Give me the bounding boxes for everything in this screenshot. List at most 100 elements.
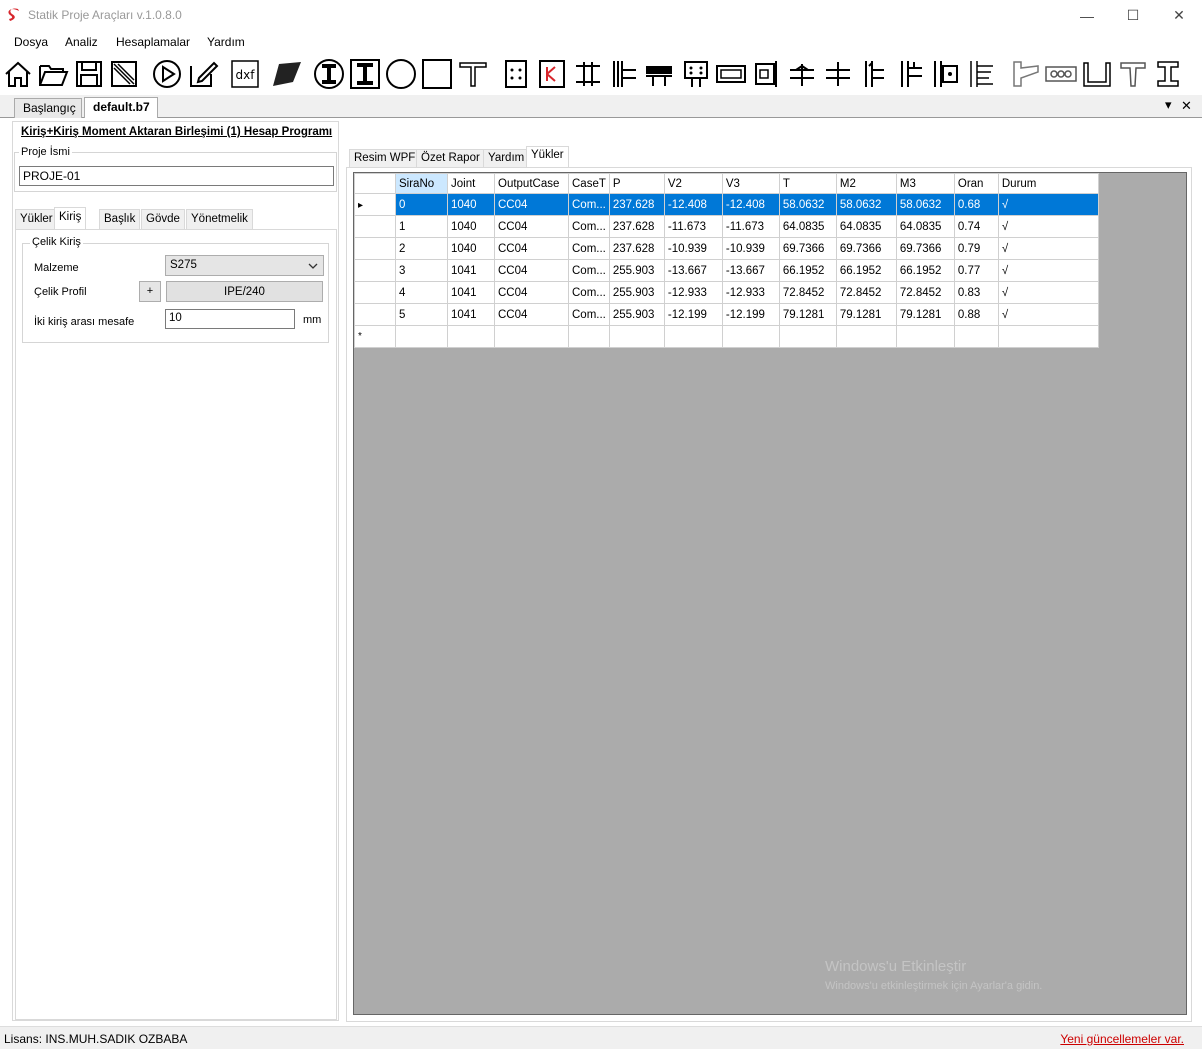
- new-row-cell[interactable]: [494, 325, 569, 348]
- col-v3[interactable]: V3: [721, 173, 780, 194]
- table-row[interactable]: 2 1040 CC04 Com... 237.628 -10.939 -10.939 69.7…: [354, 237, 1099, 260]
- rail-icon[interactable]: [1152, 58, 1184, 90]
- cut-icon[interactable]: [271, 58, 303, 90]
- tab-dropdown-icon[interactable]: ▾: [1165, 97, 1172, 113]
- cell-sirano[interactable]: 2: [395, 237, 448, 260]
- col-t[interactable]: T: [778, 173, 837, 194]
- col-p[interactable]: P: [608, 173, 665, 194]
- tee-icon[interactable]: [1117, 58, 1149, 90]
- profile-button[interactable]: IPE/240: [166, 281, 323, 302]
- project-name-input[interactable]: PROJE-01: [19, 166, 334, 186]
- cell-outputcase[interactable]: CC04: [494, 281, 569, 304]
- minimize-button[interactable]: —: [1064, 0, 1110, 31]
- tab-resim-wpf[interactable]: Resim WPF: [349, 149, 421, 168]
- menu-dosya[interactable]: Dosya: [14, 35, 48, 49]
- save-icon[interactable]: [73, 58, 105, 90]
- maximize-button[interactable]: ☐: [1110, 0, 1156, 31]
- tab-yukler[interactable]: Yükler: [526, 146, 569, 168]
- close-button[interactable]: ✕: [1156, 0, 1202, 31]
- cell-t[interactable]: 69.7366: [778, 237, 837, 260]
- row-header[interactable]: [354, 259, 396, 282]
- cell-t[interactable]: 79.1281: [778, 303, 837, 326]
- k-brace-icon[interactable]: [536, 58, 568, 90]
- cell-m2[interactable]: 64.0835: [835, 215, 897, 238]
- cell-oran[interactable]: 0.83: [953, 281, 999, 304]
- cell-joint[interactable]: 1041: [447, 281, 495, 304]
- subtab-govde[interactable]: Gövde: [141, 209, 185, 229]
- cell-durum[interactable]: √: [997, 281, 1099, 304]
- connection-3-icon[interactable]: [858, 58, 890, 90]
- i-beam-circle-icon[interactable]: [313, 58, 345, 90]
- row-header[interactable]: [354, 237, 396, 260]
- cell-caset[interactable]: Com...: [568, 303, 610, 326]
- beam-splice-icon[interactable]: [643, 58, 675, 90]
- col-caset[interactable]: CaseT: [568, 173, 610, 194]
- new-row-cell[interactable]: [663, 325, 723, 348]
- tab-ozet-rapor[interactable]: Özet Rapor: [416, 149, 485, 168]
- cell-oran[interactable]: 0.74: [953, 215, 999, 238]
- cell-m3[interactable]: 69.7366: [895, 237, 955, 260]
- row-header[interactable]: [354, 303, 396, 326]
- col-joint[interactable]: Joint: [447, 173, 495, 194]
- cell-outputcase[interactable]: CC04: [494, 259, 569, 282]
- new-row-cell[interactable]: [395, 325, 448, 348]
- haunch-icon[interactable]: [1009, 58, 1041, 90]
- cell-v2[interactable]: -10.939: [663, 237, 723, 260]
- cell-durum[interactable]: √: [997, 303, 1099, 326]
- col-sirano[interactable]: SiraNo: [395, 173, 448, 194]
- open-folder-icon[interactable]: [37, 58, 69, 90]
- bolts-row-icon[interactable]: [1045, 58, 1077, 90]
- new-row-cell[interactable]: [835, 325, 897, 348]
- t-section-icon[interactable]: [457, 58, 489, 90]
- tab-default-b7[interactable]: default.b7: [84, 97, 158, 118]
- cell-joint[interactable]: 1040: [447, 237, 495, 260]
- new-row-cell[interactable]: [608, 325, 665, 348]
- connection-6-icon[interactable]: [965, 58, 997, 90]
- new-row-cell[interactable]: [447, 325, 495, 348]
- cell-outputcase[interactable]: CC04: [494, 303, 569, 326]
- table-row[interactable]: 5 1041 CC04 Com... 255.903 -12.199 -12.199 79.1…: [354, 303, 1099, 326]
- tab-yardim[interactable]: Yardım: [483, 149, 530, 168]
- subtab-baslik[interactable]: Başlık: [99, 209, 141, 229]
- cell-m3[interactable]: 72.8452: [895, 281, 955, 304]
- cell-joint[interactable]: 1040: [447, 193, 495, 216]
- cell-m3[interactable]: 64.0835: [895, 215, 955, 238]
- square-section-icon[interactable]: [421, 58, 453, 90]
- col-v2[interactable]: V2: [663, 173, 723, 194]
- material-select[interactable]: S275: [165, 255, 324, 276]
- cell-p[interactable]: 255.903: [608, 303, 665, 326]
- cell-joint[interactable]: 1041: [447, 303, 495, 326]
- table-row[interactable]: ▸ 0 1040 CC04 Com... 237.628 -12.408 -12.408 58.…: [354, 193, 1099, 216]
- cell-oran[interactable]: 0.79: [953, 237, 999, 260]
- add-profile-button[interactable]: +: [139, 281, 161, 302]
- cell-durum[interactable]: √: [997, 215, 1099, 238]
- cell-outputcase[interactable]: CC04: [494, 193, 569, 216]
- cell-t[interactable]: 72.8452: [778, 281, 837, 304]
- cell-v2[interactable]: -12.408: [663, 193, 723, 216]
- cell-v3[interactable]: -12.199: [721, 303, 780, 326]
- table-row[interactable]: 4 1041 CC04 Com... 255.903 -12.933 -12.933 72.8…: [354, 281, 1099, 304]
- subtab-kiris[interactable]: Kiriş: [54, 207, 87, 230]
- col-oran[interactable]: Oran: [953, 173, 999, 194]
- cell-joint[interactable]: 1041: [447, 259, 495, 282]
- cell-v3[interactable]: -13.667: [721, 259, 780, 282]
- column-base-icon[interactable]: [572, 58, 604, 90]
- edit-icon[interactable]: [187, 58, 219, 90]
- i-beam-square-icon[interactable]: [349, 58, 381, 90]
- distance-input[interactable]: 10: [165, 309, 295, 329]
- tab-close-icon[interactable]: ✕: [1181, 98, 1192, 114]
- cell-m2[interactable]: 66.1952: [835, 259, 897, 282]
- connection-4-icon[interactable]: [894, 58, 926, 90]
- menu-yardim[interactable]: Yardım: [207, 35, 245, 49]
- new-row-cell[interactable]: [953, 325, 999, 348]
- cell-m3[interactable]: 79.1281: [895, 303, 955, 326]
- cell-t[interactable]: 58.0632: [778, 193, 837, 216]
- row-header[interactable]: [354, 215, 396, 238]
- cell-sirano[interactable]: 3: [395, 259, 448, 282]
- cell-m3[interactable]: 66.1952: [895, 259, 955, 282]
- new-row-cell[interactable]: [568, 325, 610, 348]
- cell-outputcase[interactable]: CC04: [494, 237, 569, 260]
- end-plate-icon[interactable]: [750, 58, 782, 90]
- cell-p[interactable]: 255.903: [608, 281, 665, 304]
- table-row[interactable]: 1 1040 CC04 Com... 237.628 -11.673 -11.673 64.0…: [354, 215, 1099, 238]
